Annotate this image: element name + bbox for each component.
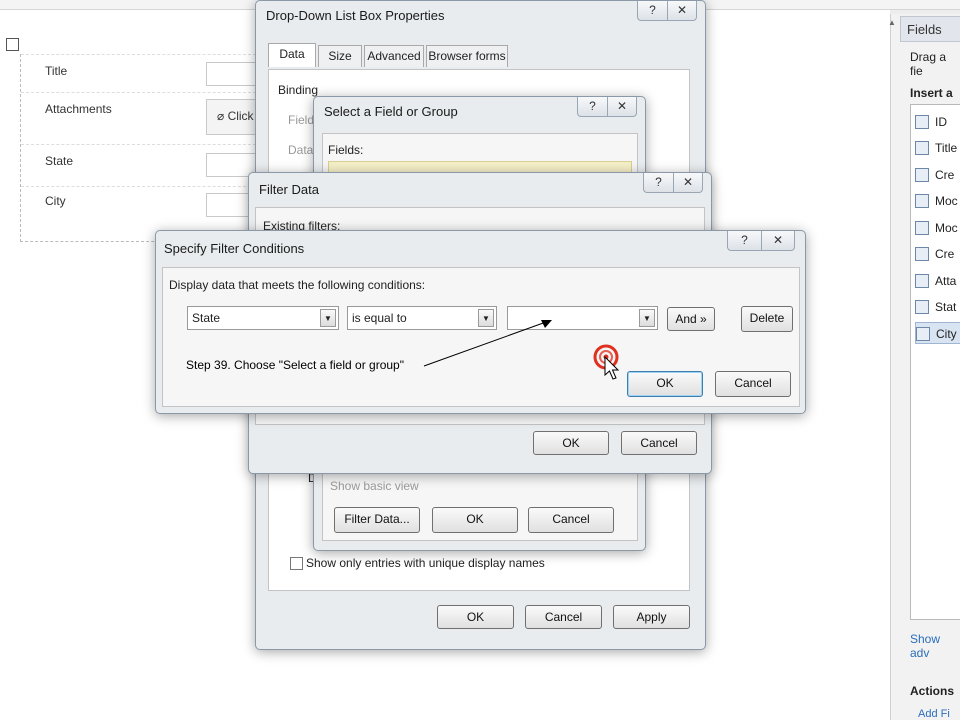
annotation-arrow (423, 320, 552, 367)
mouse-cursor-icon (604, 356, 620, 380)
